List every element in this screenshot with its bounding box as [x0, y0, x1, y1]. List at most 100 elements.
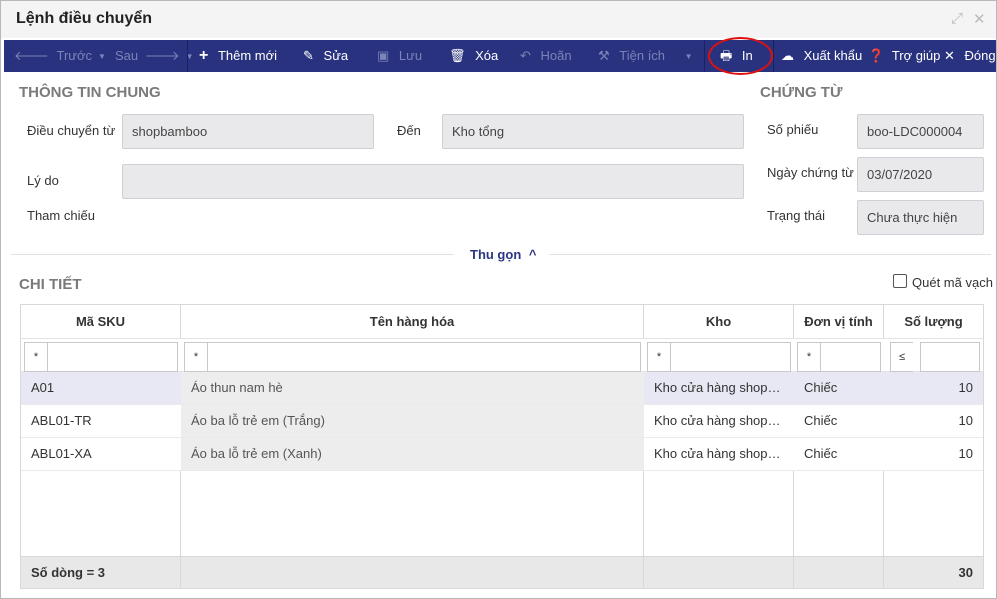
detail-section-title: CHI TIẾT [19, 276, 82, 293]
cell-unit: Chiếc [804, 446, 838, 461]
divider [11, 254, 454, 255]
voucher-status-field[interactable]: Chưa thực hiện [857, 200, 984, 235]
delete-button[interactable]: 🗑 Xóa [449, 40, 498, 72]
close-window-icon[interactable]: ✕ [973, 10, 986, 28]
chevron-up-icon: ^ [528, 247, 537, 262]
voucher-number-field[interactable]: boo-LDC000004 [857, 114, 984, 149]
filter-input-qty[interactable] [920, 342, 980, 372]
window-title: Lệnh điều chuyển [16, 10, 153, 27]
cell-sku: ABL01-XA [31, 446, 92, 461]
pencil-icon: ✎ [303, 48, 314, 63]
general-section-title: THÔNG TIN CHUNG [19, 84, 161, 101]
toolbar-separator [704, 40, 705, 72]
cloud-download-icon: ☁ [781, 48, 794, 63]
column-header-unit[interactable]: Đơn vị tính [794, 305, 884, 338]
maximize-icon[interactable]: ⤢ [951, 10, 963, 27]
help-button[interactable]: ❓ Trợ giúp [868, 40, 940, 72]
filter-input-unit[interactable] [820, 342, 881, 372]
delete-label: Xóa [475, 48, 499, 63]
edit-label: Sửa [323, 48, 349, 63]
scan-barcode-label: Quét mã vạch [912, 275, 993, 290]
cell-qty: 10 [958, 380, 973, 395]
table-row[interactable]: A01 Áo thun nam hè Kho cửa hàng shopbamb… [21, 372, 983, 405]
filter-row: * * * * ≤ [21, 338, 983, 372]
detail-grid: Mã SKU Tên hàng hóa Kho Đơn vị tính Số l… [20, 304, 984, 589]
filter-operator-warehouse[interactable]: * [647, 342, 670, 372]
column-header-warehouse[interactable]: Kho [644, 305, 794, 338]
utility-button[interactable]: ⚒ Tiện ích ▼ [598, 40, 693, 72]
filter-input-name[interactable] [207, 342, 641, 372]
grid-footer: Số dòng = 3 30 [21, 556, 983, 589]
next-label: Sau [115, 48, 139, 63]
undo-icon: ↶ [520, 48, 531, 63]
collapse-toggle[interactable]: Thu gọn ^ [470, 247, 536, 262]
filter-operator-unit[interactable]: * [797, 342, 820, 372]
footer-row-count: Số dòng = 3 [21, 557, 181, 589]
utility-label: Tiện ích [619, 48, 666, 63]
voucher-number-label: Số phiếu [767, 122, 819, 137]
prev-label: Trước [56, 48, 93, 63]
question-icon: ❓ [868, 48, 885, 63]
filter-input-sku[interactable] [47, 342, 178, 372]
column-divider [643, 471, 644, 556]
arrow-left-icon: 🡐 [14, 48, 49, 63]
footer-cell [794, 557, 884, 589]
print-button[interactable]: 🖶 In [720, 40, 753, 72]
column-header-name[interactable]: Tên hàng hóa [181, 305, 644, 338]
reason-field[interactable] [122, 164, 744, 199]
cell-name: Áo ba lỗ trẻ em (Trắng) [181, 405, 644, 437]
toolbar-separator [187, 40, 188, 72]
export-label: Xuất khẩu [803, 48, 863, 63]
table-row[interactable]: ABL01-XA Áo ba lỗ trẻ em (Xanh) Kho cửa … [21, 438, 983, 471]
to-field[interactable]: Kho tổng [442, 114, 744, 149]
add-label: Thêm mới [217, 48, 278, 63]
titlebar: Lệnh điều chuyển ⤢ ✕ [1, 1, 996, 38]
filter-operator-qty[interactable]: ≤ [890, 342, 913, 372]
export-button[interactable]: ☁ Xuất khẩu [781, 40, 862, 72]
help-label: Trợ giúp [891, 48, 941, 63]
footer-total-qty: 30 [958, 565, 973, 580]
column-divider [180, 471, 181, 556]
cell-qty: 10 [958, 413, 973, 428]
printer-icon: 🖶 [720, 48, 733, 63]
to-label: Đến [397, 123, 421, 138]
cell-unit: Chiếc [804, 380, 838, 395]
save-button[interactable]: ▣ Lưu [377, 40, 422, 72]
column-header-sku[interactable]: Mã SKU [21, 305, 181, 338]
column-header-qty[interactable]: Số lượng [884, 305, 983, 338]
close-button[interactable]: ✕ Đóng [944, 40, 996, 72]
cell-unit: Chiếc [804, 413, 838, 428]
edit-button[interactable]: ✎ Sửa [303, 40, 348, 72]
scan-barcode-checkbox[interactable] [893, 274, 907, 288]
prev-button[interactable]: 🡐 Trước ▼ [14, 40, 106, 72]
voucher-date-label: Ngày chứng từ [767, 165, 854, 180]
next-button[interactable]: Sau 🡒 ▼ [115, 40, 194, 72]
transfer-order-window: Lệnh điều chuyển ⤢ ✕ 🡐 Trước ▼ Sau 🡒 ▼ + T… [0, 0, 997, 599]
filter-operator-sku[interactable]: * [24, 342, 47, 372]
filter-input-warehouse[interactable] [670, 342, 791, 372]
reason-label: Lý do [27, 173, 59, 188]
footer-cell [181, 557, 644, 589]
cell-name: Áo ba lỗ trẻ em (Xanh) [181, 438, 644, 470]
add-button[interactable]: + Thêm mới [199, 40, 277, 72]
cell-warehouse: Kho cửa hàng shopbamboo [654, 380, 794, 395]
cell-qty: 10 [958, 446, 973, 461]
voucher-date-field[interactable]: 03/07/2020 [857, 157, 984, 192]
cell-warehouse: Kho cửa hàng shopbamboo [654, 413, 794, 428]
floppy-icon: ▣ [377, 48, 390, 63]
undo-button[interactable]: ↶ Hoãn [520, 40, 572, 72]
cell-warehouse: Kho cửa hàng shopbamboo [654, 446, 794, 461]
filter-operator-name[interactable]: * [184, 342, 207, 372]
divider [549, 254, 991, 255]
cell-name: Áo thun nam hè [181, 372, 644, 404]
column-divider [883, 471, 884, 556]
from-field[interactable]: shopbamboo [122, 114, 374, 149]
chevron-down-icon: ▼ [98, 51, 106, 61]
toolbar-separator [773, 40, 774, 72]
close-icon: ✕ [944, 48, 955, 63]
table-row[interactable]: ABL01-TR Áo ba lỗ trẻ em (Trắng) Kho cửa… [21, 405, 983, 438]
toolbar: 🡐 Trước ▼ Sau 🡒 ▼ + Thêm mới ✎ Sửa ▣ Lưu 🗑… [4, 40, 996, 72]
close-label: Đóng [964, 48, 996, 63]
from-label: Điều chuyển từ [27, 123, 116, 138]
voucher-status-label: Trạng thái [767, 208, 826, 223]
